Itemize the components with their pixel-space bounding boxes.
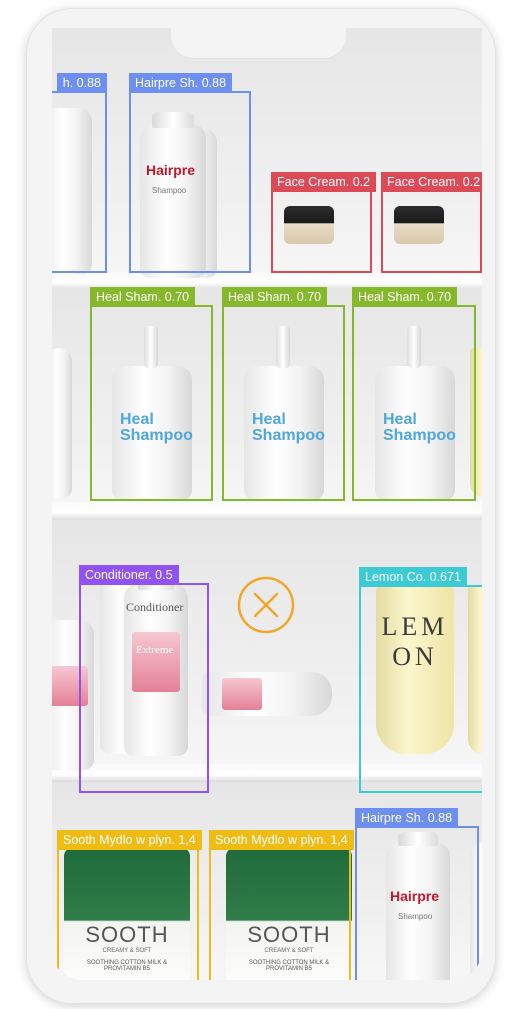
detection-label: Hairpre Sh. 0.88 bbox=[355, 808, 459, 828]
detection-label: h. 0.88 bbox=[56, 73, 107, 93]
detection-box[interactable]: Heal Sham. 0.70 bbox=[90, 287, 213, 501]
detection-box[interactable]: Conditioner. 0.5 bbox=[79, 565, 209, 793]
detection-label: Conditioner. 0.5 bbox=[79, 565, 179, 585]
detection-label: Heal Sham. 0.70 bbox=[90, 287, 196, 307]
detection-box[interactable]: Heal Sham. 0.70 bbox=[222, 287, 345, 501]
detection-label: Sooth Mydlo w plyn. 1,4 bbox=[209, 830, 354, 850]
product-bottle bbox=[52, 348, 72, 498]
detection-box[interactable]: Sooth Mydlo w plyn. 1,4 bbox=[57, 830, 202, 980]
detection-box[interactable]: Heal Sham. 0.70 bbox=[352, 287, 476, 501]
detection-box[interactable]: Hairpre Sh. 0.88 bbox=[129, 73, 251, 273]
detection-label: Heal Sham. 0.70 bbox=[222, 287, 328, 307]
detection-box[interactable]: Face Cream. 0.2 bbox=[381, 172, 482, 273]
detection-label: Hairpre Sh. 0.88 bbox=[129, 73, 233, 93]
detection-box[interactable]: Lemon Co. 0.671 bbox=[359, 567, 482, 793]
circle-x-icon bbox=[237, 576, 295, 634]
detection-label: Face Cream. 0.2 bbox=[271, 172, 377, 192]
detection-box[interactable]: Sooth Mydlo w plyn. 1,4 bbox=[209, 830, 354, 980]
detection-label: Sooth Mydlo w plyn. 1,4 bbox=[57, 830, 202, 850]
detection-box[interactable]: Hairpre Sh. 0.88 bbox=[355, 808, 479, 980]
phone-notch bbox=[171, 20, 346, 58]
detection-label: Face Cream. 0.2 bbox=[381, 172, 482, 192]
detection-box[interactable]: h. 0.88 bbox=[52, 73, 107, 273]
shelf-camera-view: Hairpre Shampoo Heal Shampoo Heal Shampoo … bbox=[52, 28, 482, 980]
detection-box[interactable]: Face Cream. 0.2 bbox=[271, 172, 377, 273]
detection-label: Heal Sham. 0.70 bbox=[352, 287, 458, 307]
shelf-board bbox=[52, 502, 482, 520]
detection-label: Lemon Co. 0.671 bbox=[359, 567, 467, 587]
product-bottle-fallen bbox=[202, 672, 332, 716]
